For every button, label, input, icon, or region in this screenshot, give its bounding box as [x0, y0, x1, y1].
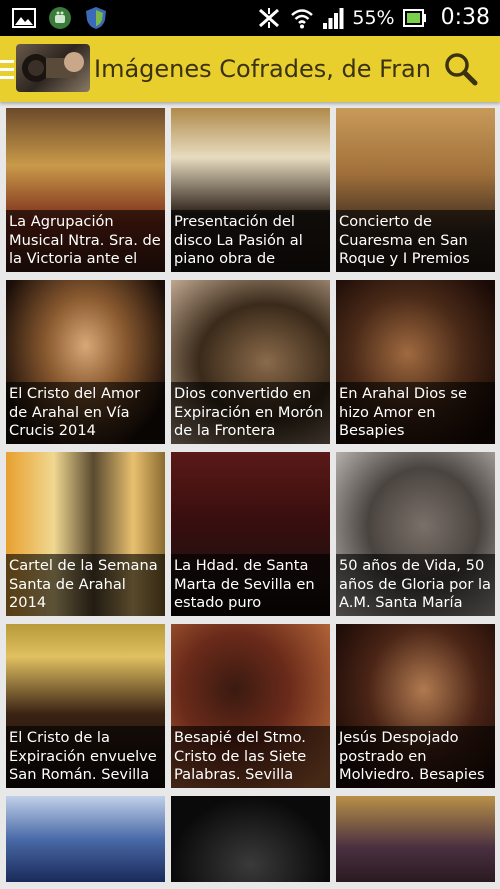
gallery-card[interactable] — [6, 796, 165, 882]
gallery-caption: Presentación del disco La Pasión al pian… — [171, 210, 330, 272]
gallery-icon — [12, 8, 36, 28]
drawer-indicator-icon[interactable] — [0, 60, 14, 80]
gallery-thumbnail — [6, 796, 165, 882]
android-app-icon — [49, 7, 71, 29]
image-grid: La Agrupación Musical Ntra. Sra. de la V… — [6, 108, 498, 882]
app-logo[interactable] — [16, 44, 90, 92]
gallery-card[interactable] — [336, 796, 495, 882]
gallery-card[interactable]: En Arahal Dios se hizo Amor en Besapies — [336, 280, 495, 444]
app-title: Imágenes Cofrades, de Fran — [94, 55, 431, 83]
gallery-caption: En Arahal Dios se hizo Amor en Besapies — [336, 382, 495, 444]
gallery-caption: Besapié del Stmo. Cristo de las Siete Pa… — [171, 726, 330, 788]
no-sync-icon — [259, 7, 280, 28]
gallery-card[interactable] — [171, 796, 330, 882]
gallery-thumbnail — [171, 796, 330, 882]
gallery-caption: Concierto de Cuaresma en San Roque y I P… — [336, 210, 495, 272]
system-status: 55% 0:38 — [256, 5, 490, 30]
gallery-card[interactable]: Concierto de Cuaresma en San Roque y I P… — [336, 108, 495, 272]
gallery-caption: La Hdad. de Santa Marta de Sevilla en es… — [171, 554, 330, 616]
gallery-caption: El Cristo del Amor de Arahal en Vía Cruc… — [6, 382, 165, 444]
search-icon[interactable] — [444, 52, 478, 86]
gallery-card[interactable]: Besapié del Stmo. Cristo de las Siete Pa… — [171, 624, 330, 788]
shield-icon — [86, 7, 106, 29]
gallery-caption: Cartel de la Semana Santa de Arahal 2014 — [6, 554, 165, 616]
gallery-thumbnail — [336, 796, 495, 882]
gallery-card[interactable]: Jesús Despojado postrado en Molviedro. B… — [336, 624, 495, 788]
gallery-caption: Dios convertido en Expiración en Morón d… — [171, 382, 330, 444]
status-bar: 55% 0:38 — [0, 0, 500, 36]
gallery-card[interactable]: Presentación del disco La Pasión al pian… — [171, 108, 330, 272]
gallery-card[interactable]: El Cristo de la Expiración envuelve San … — [6, 624, 165, 788]
gallery-caption: La Agrupación Musical Ntra. Sra. de la V… — [6, 210, 165, 272]
gallery-card[interactable]: La Agrupación Musical Ntra. Sra. de la V… — [6, 108, 165, 272]
app-bar: Imágenes Cofrades, de Fran — [0, 36, 500, 102]
notification-icons — [12, 6, 108, 30]
gallery-caption: 50 años de Vida, 50 años de Gloria por l… — [336, 554, 495, 616]
gallery-card[interactable]: El Cristo del Amor de Arahal en Vía Cruc… — [6, 280, 165, 444]
gallery-card[interactable]: Dios convertido en Expiración en Morón d… — [171, 280, 330, 444]
gallery-card[interactable]: Cartel de la Semana Santa de Arahal 2014 — [6, 452, 165, 616]
clock: 0:38 — [440, 5, 490, 30]
gallery-caption: El Cristo de la Expiración envuelve San … — [6, 726, 165, 788]
gallery-card[interactable]: 50 años de Vida, 50 años de Gloria por l… — [336, 452, 495, 616]
wifi-icon — [291, 8, 314, 28]
battery-icon — [402, 8, 426, 27]
signal-icon — [323, 7, 344, 29]
gallery-card[interactable]: La Hdad. de Santa Marta de Sevilla en es… — [171, 452, 330, 616]
gallery-caption: Jesús Despojado postrado en Molviedro. B… — [336, 726, 495, 788]
battery-percent: 55% — [352, 6, 395, 29]
